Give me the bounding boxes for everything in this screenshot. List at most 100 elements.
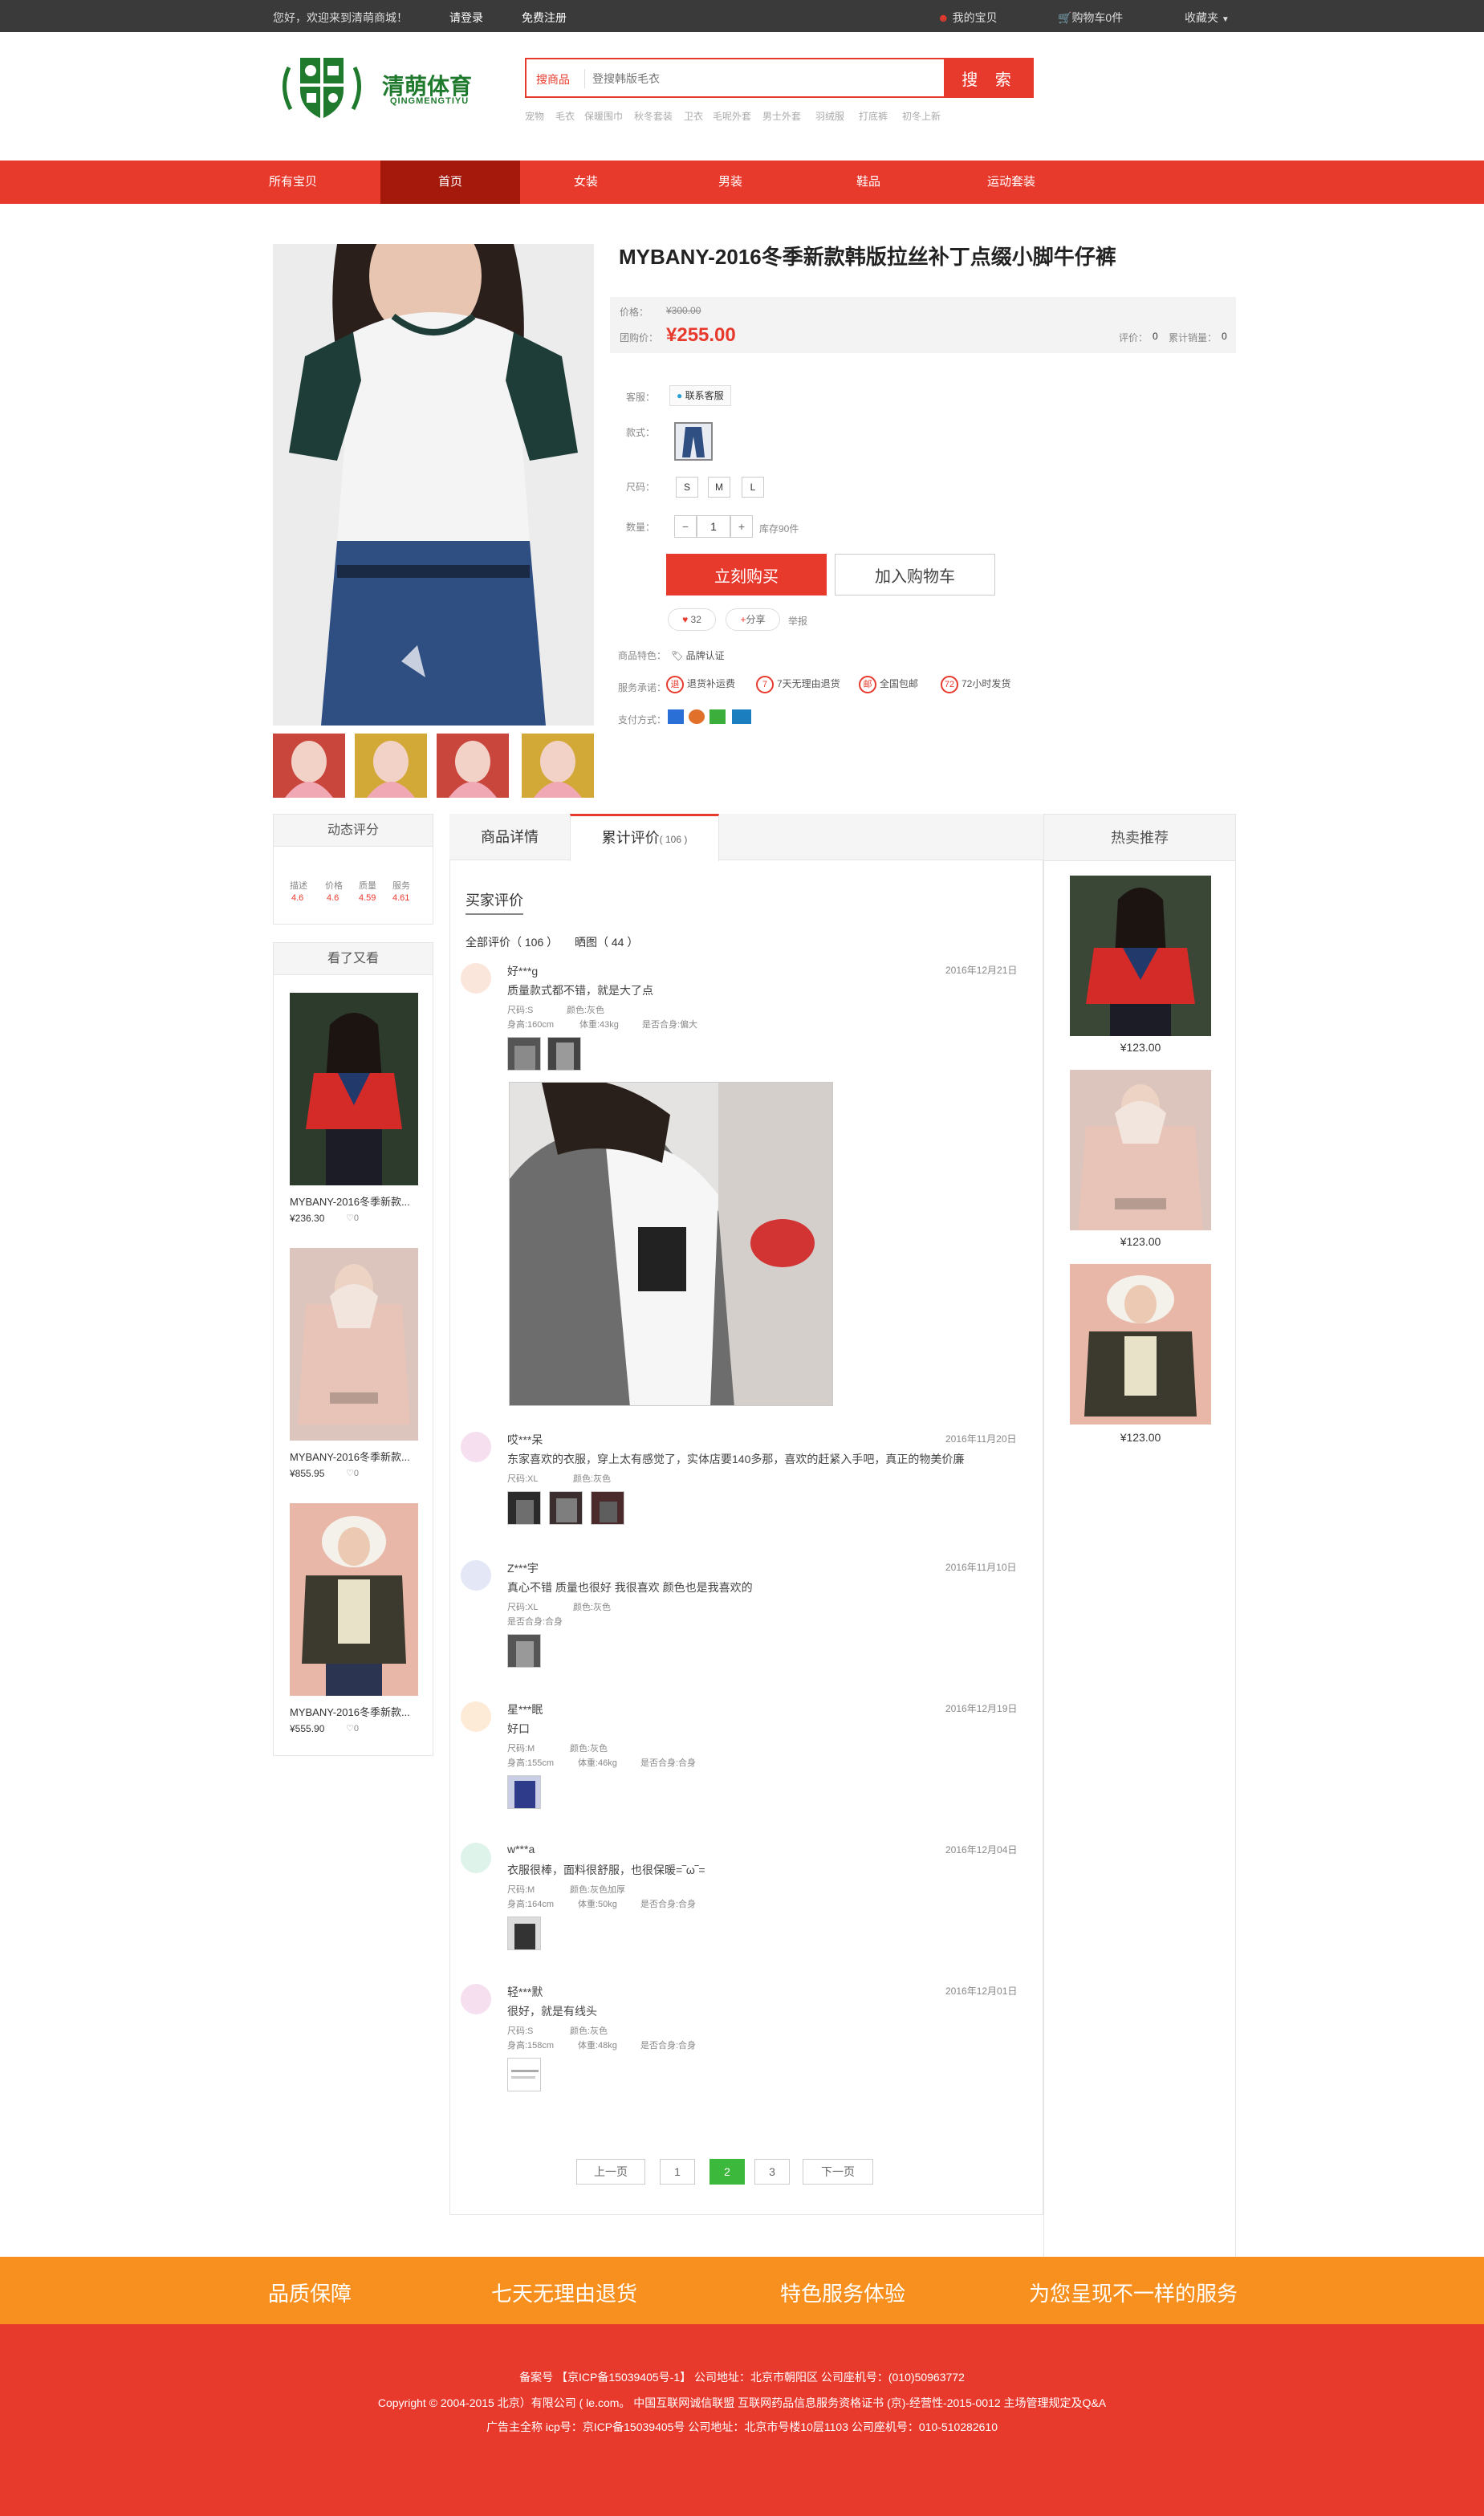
size-option-l[interactable]: L	[742, 477, 764, 498]
like-button[interactable]: ♥ 32	[668, 608, 716, 631]
filter-all-reviews[interactable]: 全部评价（ 106 ）	[466, 934, 558, 950]
quantity-input[interactable]: 1	[697, 515, 730, 538]
recommend-price: ¥123.00	[1120, 1041, 1161, 1054]
review-size: 尺码:XL	[507, 1603, 539, 1612]
reviews-heading: 买家评价	[466, 889, 523, 915]
promise-item: 邮全国包邮	[859, 676, 918, 693]
review-color: 颜色:灰色	[573, 1474, 612, 1484]
review-height: 身高:160cm	[507, 1020, 555, 1030]
next-page-button[interactable]: 下一页	[803, 2159, 873, 2185]
register-link[interactable]: 免费注册	[522, 10, 567, 26]
hot-keyword[interactable]: 打底裤	[859, 109, 888, 123]
hot-recommend-box: 热卖推荐 ¥123.00 ¥123.00 ¥123.00	[1043, 814, 1236, 2265]
also-viewed-image[interactable]	[290, 993, 418, 1185]
size-option-m[interactable]: M	[708, 477, 730, 498]
payment-label: 支付方式：	[618, 714, 667, 726]
nav-item-sports[interactable]: 运动套装	[971, 161, 1051, 204]
size-option-s[interactable]: S	[676, 477, 698, 498]
hot-keyword[interactable]: 卫衣	[684, 109, 703, 123]
filter-photo-reviews[interactable]: 晒图（ 44 ）	[575, 934, 638, 950]
product-thumbnail[interactable]	[437, 734, 509, 798]
page-3-button[interactable]: 3	[754, 2159, 790, 2185]
hot-keyword[interactable]: 毛衣	[555, 109, 575, 123]
product-thumbnail[interactable]	[355, 734, 427, 798]
review-photo	[508, 1038, 540, 1070]
unionpay-icon	[732, 709, 751, 724]
tab-reviews[interactable]: 累计评价( 106 )	[570, 814, 719, 861]
rating-key: 质量	[359, 881, 376, 891]
product-thumbnail[interactable]	[522, 734, 594, 798]
review-size: 尺码:S	[507, 2026, 534, 2036]
search-category[interactable]: 搜商品	[536, 71, 570, 87]
review-photo	[510, 1083, 832, 1405]
hot-keyword[interactable]: 宠物	[525, 109, 544, 123]
quantity-decrease-button[interactable]: −	[674, 515, 697, 538]
tab-product-detail[interactable]: 商品详情	[449, 814, 570, 860]
review-photo-thumbnail[interactable]	[547, 1037, 581, 1071]
hot-keyword[interactable]: 保暖围巾	[584, 109, 623, 123]
review-photo-thumbnail[interactable]	[591, 1491, 624, 1525]
review-date: 2016年12月01日	[945, 1986, 1018, 1997]
review-photo-thumbnail[interactable]	[549, 1491, 583, 1525]
nav-item-shoes[interactable]: 鞋品	[836, 161, 901, 204]
report-link[interactable]: 举报	[788, 614, 807, 628]
review-photo-thumbnail[interactable]	[507, 1491, 541, 1525]
avatar	[461, 1701, 491, 1732]
product-main-image[interactable]	[273, 244, 594, 726]
add-to-cart-button[interactable]: 加入购物车	[835, 554, 995, 595]
tag-icon: 🏷	[671, 650, 684, 661]
also-viewed-image[interactable]	[290, 1503, 418, 1696]
favorites-dropdown[interactable]: 收藏夹 ▼	[1185, 10, 1230, 26]
nav-item-men[interactable]: 男装	[698, 161, 762, 204]
contact-service-button[interactable]: ● 联系客服	[669, 385, 731, 406]
product-thumbnail[interactable]	[273, 734, 345, 798]
top-bar: 您好，欢迎来到清萌商城！ 请登录 免费注册 ☻ 我的宝贝 🛒购物车0件 收藏夹 …	[0, 0, 1484, 32]
review-size: 尺码:S	[507, 1006, 534, 1015]
also-viewed-name[interactable]: MYBANY-2016冬季新款...	[290, 1704, 410, 1719]
page-2-button[interactable]: 2	[709, 2159, 745, 2185]
hot-keyword[interactable]: 男士外套	[762, 109, 801, 123]
page-1-button[interactable]: 1	[660, 2159, 695, 2185]
buy-now-button[interactable]: 立刻购买	[666, 554, 827, 595]
item-photo	[290, 1503, 418, 1696]
nav-item-home[interactable]: 首页	[380, 161, 520, 204]
review-date: 2016年12月04日	[945, 1844, 1018, 1855]
review-photo-large[interactable]	[509, 1082, 833, 1406]
hot-keyword[interactable]: 秋冬套装	[634, 109, 673, 123]
login-link[interactable]: 请登录	[449, 10, 483, 26]
nav-item-all[interactable]: 所有宝贝	[241, 161, 345, 204]
hot-keyword[interactable]: 毛呢外套	[713, 109, 751, 123]
avatar	[461, 1843, 491, 1873]
search-input[interactable]	[592, 69, 929, 88]
feature-label: 商品特色：	[618, 650, 667, 661]
size-label: 尺码：	[626, 482, 656, 493]
also-viewed-price: ¥555.90	[290, 1723, 325, 1734]
recommend-image[interactable]	[1070, 1264, 1211, 1425]
recommend-image[interactable]	[1070, 1070, 1211, 1230]
review-photo-thumbnail[interactable]	[507, 2058, 541, 2091]
also-viewed-name[interactable]: MYBANY-2016冬季新款...	[290, 1449, 410, 1464]
review-photo-thumbnail[interactable]	[507, 1037, 541, 1071]
search-button[interactable]: 搜 索	[945, 58, 1034, 98]
hot-keyword[interactable]: 羽绒服	[815, 109, 844, 123]
review-photo-thumbnail[interactable]	[507, 1916, 541, 1950]
style-option[interactable]	[674, 422, 713, 461]
also-viewed-image[interactable]	[290, 1248, 418, 1441]
nav-item-women[interactable]: 女装	[554, 161, 618, 204]
prev-page-button[interactable]: 上一页	[576, 2159, 645, 2185]
promise-item: 退退货补运费	[666, 676, 735, 693]
review-photo-thumbnail[interactable]	[507, 1775, 541, 1809]
review-photo-thumbnail[interactable]	[507, 1634, 541, 1668]
my-items-link[interactable]: ☻ 我的宝贝	[937, 10, 998, 26]
also-viewed-name[interactable]: MYBANY-2016冬季新款...	[290, 1193, 410, 1209]
hot-keyword[interactable]: 初冬上新	[902, 109, 941, 123]
cart-link[interactable]: 🛒购物车0件	[1058, 10, 1123, 26]
review-fit: 是否合身:合身	[640, 2041, 697, 2051]
recommend-image[interactable]	[1070, 876, 1211, 1036]
item-photo	[1070, 876, 1211, 1036]
avatar	[461, 1560, 491, 1591]
share-button[interactable]: +分享	[726, 608, 780, 631]
quantity-increase-button[interactable]: +	[730, 515, 753, 538]
fast-delivery-icon: 72	[941, 676, 958, 693]
avatar	[461, 1432, 491, 1462]
